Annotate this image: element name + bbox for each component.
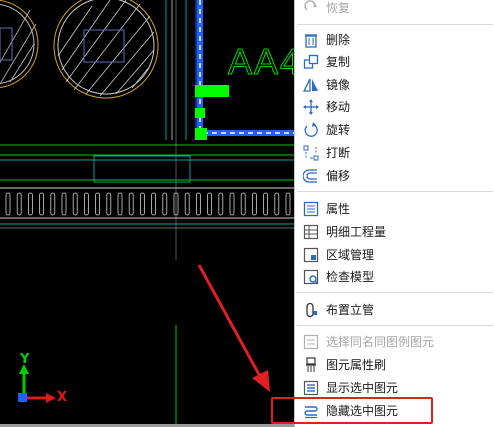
menu-item-mirror[interactable]: 镜像 — [295, 74, 494, 96]
trash-icon — [305, 34, 317, 48]
menu-item-move[interactable]: 移动 — [295, 96, 494, 118]
menu-item-hide-selected[interactable]: 隐藏选中图元 — [295, 400, 494, 422]
properties-icon — [303, 201, 319, 217]
move-icon — [303, 99, 319, 115]
check-model-icon — [303, 269, 319, 285]
axis-x-label: X — [57, 390, 68, 405]
menu-item-select-same-legend: 选择同名同图例图元 — [295, 331, 494, 353]
room-label: AA4 — [228, 41, 302, 82]
riser-icon — [306, 302, 317, 318]
menu-item-properties[interactable]: 属性 — [295, 198, 494, 220]
mirror-icon — [303, 78, 318, 92]
menu-item-delete[interactable]: 删除 — [295, 29, 494, 51]
menu-separator — [297, 325, 493, 326]
region-icon — [303, 247, 319, 263]
menu-item-region-management[interactable]: 区域管理 — [295, 244, 494, 266]
brush-icon — [306, 357, 316, 372]
menu-item-quantity-detail[interactable]: 明细工程量 — [295, 221, 494, 243]
menu-item-property-brush[interactable]: 图元属性刷 — [295, 354, 494, 376]
rotate-icon — [304, 122, 318, 137]
offset-icon — [303, 169, 317, 183]
menu-item-place-riser[interactable]: 布置立管 — [295, 299, 494, 321]
hide-selected-icon — [304, 406, 318, 419]
menu-item-offset[interactable]: 偏移 — [295, 165, 494, 187]
menu-item-redo: 恢复 — [295, 0, 494, 19]
break-icon — [303, 145, 319, 161]
menu-separator — [297, 292, 493, 293]
menu-item-check-model[interactable]: 检查模型 — [295, 266, 494, 288]
quantity-icon — [303, 224, 319, 240]
menu-item-show-selected[interactable]: 显示选中图元 — [295, 377, 494, 399]
copy-icon — [303, 54, 319, 69]
show-selected-icon — [303, 380, 319, 396]
context-menu: 恢复 删除 复制 镜像 移动 旋转 打断 偏移 属性 明细工程量 区域管理 检查… — [294, 0, 494, 427]
menu-item-copy[interactable]: 复制 — [295, 51, 494, 73]
menu-separator — [297, 191, 493, 192]
menu-item-rotate[interactable]: 旋转 — [295, 119, 494, 141]
select-same-icon — [303, 334, 319, 350]
redo-icon — [304, 0, 317, 11]
menu-separator — [297, 24, 493, 25]
menu-item-break[interactable]: 打断 — [295, 142, 494, 164]
axis-y-label: Y — [20, 352, 30, 367]
